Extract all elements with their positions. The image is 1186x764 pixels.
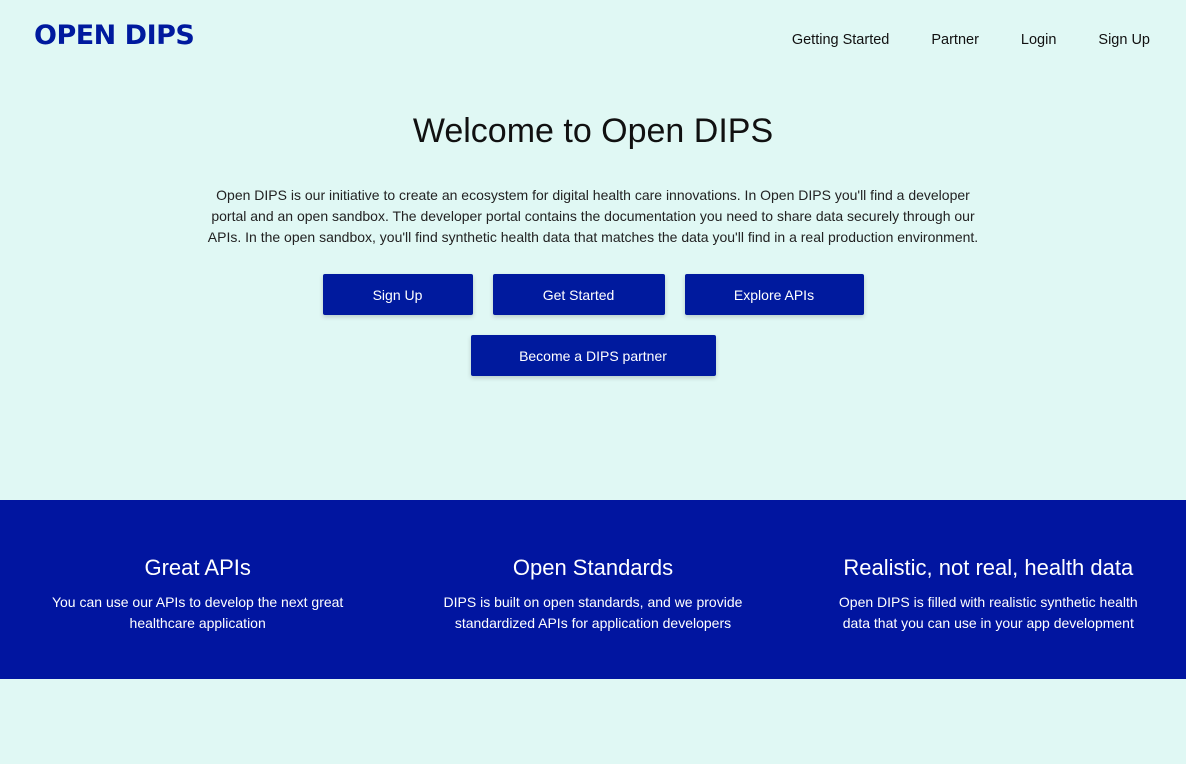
explore-apis-button[interactable]: Explore APIs — [684, 274, 864, 315]
feature-text: You can use our APIs to develop the next… — [51, 594, 344, 631]
feature-great-apis: Great APIs You can use our APIs to devel… — [0, 500, 395, 679]
feature-realistic-data: Realistic, not real, health data Open DI… — [791, 500, 1186, 679]
feature-title: Great APIs — [144, 555, 251, 580]
nav-getting-started[interactable]: Getting Started — [792, 32, 890, 48]
feature-text: Open DIPS is filled with realistic synth… — [838, 594, 1138, 631]
logo[interactable]: OPEN DIPS — [34, 20, 195, 51]
get-started-button[interactable]: Get Started — [492, 274, 665, 315]
hero-section: Welcome to Open DIPS Open DIPS is our in… — [0, 111, 1186, 376]
nav-sign-up[interactable]: Sign Up — [1098, 32, 1150, 48]
nav-login[interactable]: Login — [1021, 32, 1056, 48]
feature-title: Open Standards — [512, 555, 674, 580]
partner-cta-row: Become a DIPS partner — [0, 335, 1186, 376]
nav-partner[interactable]: Partner — [931, 32, 979, 48]
feature-title: Realistic, not real, health data — [843, 555, 1134, 580]
become-partner-button[interactable]: Become a DIPS partner — [470, 335, 716, 376]
intro-text: Open DIPS is our initiative to create an… — [207, 187, 979, 245]
cta-row: Sign Up Get Started Explore APIs — [0, 274, 1186, 315]
sign-up-button[interactable]: Sign Up — [322, 274, 473, 315]
site-header: OPEN DIPS Getting Started Partner Login … — [0, 0, 1186, 80]
main-nav: Getting Started Partner Login Sign Up — [792, 32, 1150, 48]
page-title: Welcome to Open DIPS — [412, 112, 774, 150]
feature-open-standards: Open Standards DIPS is built on open sta… — [395, 500, 790, 679]
features-band: Great APIs You can use our APIs to devel… — [0, 500, 1186, 679]
feature-text: DIPS is built on open standards, and we … — [443, 594, 743, 631]
